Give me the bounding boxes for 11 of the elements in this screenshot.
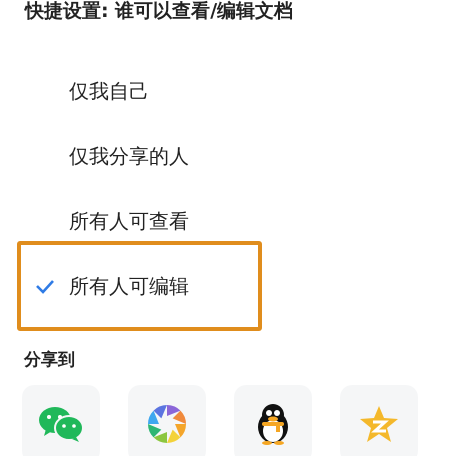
share-target-button[interactable] (234, 385, 312, 456)
settings-title: 快捷设置: 谁可以查看/编辑文档 (23, 0, 294, 22)
aperture-icon (147, 404, 187, 444)
penguin-icon (256, 403, 290, 445)
permission-option[interactable]: 所有人可编辑 (17, 241, 262, 331)
share-title: 分享到 (22, 349, 76, 371)
check-icon (35, 278, 55, 294)
chat-bubbles-icon (38, 405, 84, 443)
star-icon (359, 405, 399, 443)
permission-option[interactable]: 仅我自己 (17, 61, 262, 121)
permission-option[interactable]: 仅我分享的人 (17, 126, 262, 186)
